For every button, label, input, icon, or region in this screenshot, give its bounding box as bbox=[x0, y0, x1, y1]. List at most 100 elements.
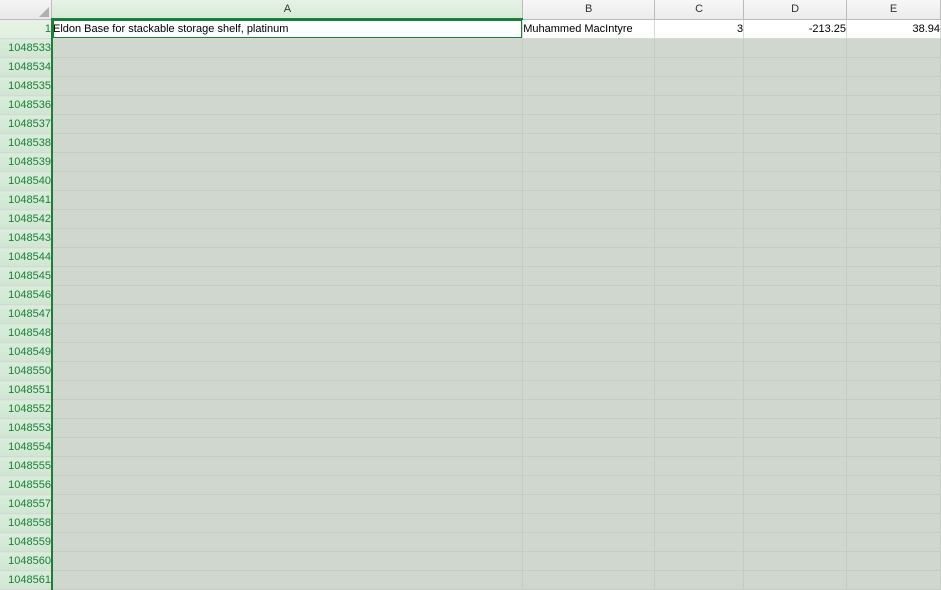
spreadsheet-grid[interactable]: ABCDE1Eldon Base for stackable storage s… bbox=[0, 0, 941, 590]
cell-C1048558[interactable] bbox=[655, 514, 744, 533]
cell-C1048548[interactable] bbox=[655, 324, 744, 343]
cell-C1048553[interactable] bbox=[655, 419, 744, 438]
cell-E1048549[interactable] bbox=[847, 343, 941, 362]
cell-C1048551[interactable] bbox=[655, 381, 744, 400]
cell-C1048557[interactable] bbox=[655, 495, 744, 514]
cell-D1048558[interactable] bbox=[744, 514, 847, 533]
cell-E1048533[interactable] bbox=[847, 39, 941, 58]
cell-E1048558[interactable] bbox=[847, 514, 941, 533]
cell-A1048557[interactable] bbox=[52, 495, 523, 514]
cell-C1048534[interactable] bbox=[655, 58, 744, 77]
cell-C1048540[interactable] bbox=[655, 172, 744, 191]
cell-E1048559[interactable] bbox=[847, 533, 941, 552]
cell-C1048536[interactable] bbox=[655, 96, 744, 115]
column-header-D[interactable]: D bbox=[744, 0, 847, 19]
cell-D1048536[interactable] bbox=[744, 96, 847, 115]
cell-C1048538[interactable] bbox=[655, 134, 744, 153]
cell-D1048548[interactable] bbox=[744, 324, 847, 343]
cell-B1048549[interactable] bbox=[523, 343, 655, 362]
cell-B1048537[interactable] bbox=[523, 115, 655, 134]
cell-A1048555[interactable] bbox=[52, 457, 523, 476]
cell-D1048555[interactable] bbox=[744, 457, 847, 476]
row-header[interactable]: 1048554 bbox=[0, 438, 52, 457]
cell-D1048554[interactable] bbox=[744, 438, 847, 457]
cell-B1048553[interactable] bbox=[523, 419, 655, 438]
row-header[interactable]: 1048545 bbox=[0, 267, 52, 286]
cell-E1048544[interactable] bbox=[847, 248, 941, 267]
cell-D1048559[interactable] bbox=[744, 533, 847, 552]
cell-E1048536[interactable] bbox=[847, 96, 941, 115]
cell-E1048543[interactable] bbox=[847, 229, 941, 248]
cell-D1048546[interactable] bbox=[744, 286, 847, 305]
cell-B1048543[interactable] bbox=[523, 229, 655, 248]
cell-B1048560[interactable] bbox=[523, 552, 655, 571]
cell-E1048538[interactable] bbox=[847, 134, 941, 153]
cell-D1048538[interactable] bbox=[744, 134, 847, 153]
cell-A1048541[interactable] bbox=[52, 191, 523, 210]
cell-E1048561[interactable] bbox=[847, 571, 941, 590]
cell-E1048551[interactable] bbox=[847, 381, 941, 400]
row-header[interactable]: 1048539 bbox=[0, 153, 52, 172]
cell-D1048553[interactable] bbox=[744, 419, 847, 438]
select-all-corner[interactable] bbox=[0, 0, 52, 19]
cell-C1048543[interactable] bbox=[655, 229, 744, 248]
cell-B1048538[interactable] bbox=[523, 134, 655, 153]
cell-E1048539[interactable] bbox=[847, 153, 941, 172]
row-header[interactable]: 1048534 bbox=[0, 58, 52, 77]
cell-D1048545[interactable] bbox=[744, 267, 847, 286]
cell-D1048560[interactable] bbox=[744, 552, 847, 571]
cell-B1048555[interactable] bbox=[523, 457, 655, 476]
row-header[interactable]: 1048559 bbox=[0, 533, 52, 552]
cell-C1048542[interactable] bbox=[655, 210, 744, 229]
cell-D1048542[interactable] bbox=[744, 210, 847, 229]
cell-A1048536[interactable] bbox=[52, 96, 523, 115]
cell-B1048552[interactable] bbox=[523, 400, 655, 419]
cell-C1048556[interactable] bbox=[655, 476, 744, 495]
cell-D1[interactable]: -213.25 bbox=[744, 19, 847, 39]
cell-E1048542[interactable] bbox=[847, 210, 941, 229]
cell-D1048543[interactable] bbox=[744, 229, 847, 248]
row-header[interactable]: 1048538 bbox=[0, 134, 52, 153]
column-header-C[interactable]: C bbox=[655, 0, 744, 19]
cell-B1048544[interactable] bbox=[523, 248, 655, 267]
cell-C1048544[interactable] bbox=[655, 248, 744, 267]
cell-E1048557[interactable] bbox=[847, 495, 941, 514]
cell-D1048537[interactable] bbox=[744, 115, 847, 134]
column-header-B[interactable]: B bbox=[523, 0, 655, 19]
cell-B1048550[interactable] bbox=[523, 362, 655, 381]
cell-E1048553[interactable] bbox=[847, 419, 941, 438]
cell-D1048557[interactable] bbox=[744, 495, 847, 514]
cell-E1048534[interactable] bbox=[847, 58, 941, 77]
cell-B1048547[interactable] bbox=[523, 305, 655, 324]
cell-A1[interactable]: Eldon Base for stackable storage shelf, … bbox=[52, 19, 523, 39]
row-header[interactable]: 1048533 bbox=[0, 39, 52, 58]
cell-A1048547[interactable] bbox=[52, 305, 523, 324]
cell-B1048541[interactable] bbox=[523, 191, 655, 210]
cell-A1048542[interactable] bbox=[52, 210, 523, 229]
cell-A1048534[interactable] bbox=[52, 58, 523, 77]
row-header[interactable]: 1 bbox=[0, 19, 52, 39]
cell-C1048552[interactable] bbox=[655, 400, 744, 419]
cell-E1[interactable]: 38.94 bbox=[847, 19, 941, 39]
cell-C1048537[interactable] bbox=[655, 115, 744, 134]
row-header[interactable]: 1048546 bbox=[0, 286, 52, 305]
cell-B1048546[interactable] bbox=[523, 286, 655, 305]
cell-B1048558[interactable] bbox=[523, 514, 655, 533]
row-header[interactable]: 1048558 bbox=[0, 514, 52, 533]
cell-D1048539[interactable] bbox=[744, 153, 847, 172]
cell-E1048540[interactable] bbox=[847, 172, 941, 191]
cell-A1048559[interactable] bbox=[52, 533, 523, 552]
cell-A1048550[interactable] bbox=[52, 362, 523, 381]
cell-E1048555[interactable] bbox=[847, 457, 941, 476]
cell-B1048536[interactable] bbox=[523, 96, 655, 115]
cell-E1048554[interactable] bbox=[847, 438, 941, 457]
cell-A1048553[interactable] bbox=[52, 419, 523, 438]
cell-D1048556[interactable] bbox=[744, 476, 847, 495]
row-header[interactable]: 1048561 bbox=[0, 571, 52, 590]
cell-D1048540[interactable] bbox=[744, 172, 847, 191]
row-header[interactable]: 1048550 bbox=[0, 362, 52, 381]
cell-E1048550[interactable] bbox=[847, 362, 941, 381]
cell-C1048546[interactable] bbox=[655, 286, 744, 305]
cell-A1048540[interactable] bbox=[52, 172, 523, 191]
cell-A1048538[interactable] bbox=[52, 134, 523, 153]
